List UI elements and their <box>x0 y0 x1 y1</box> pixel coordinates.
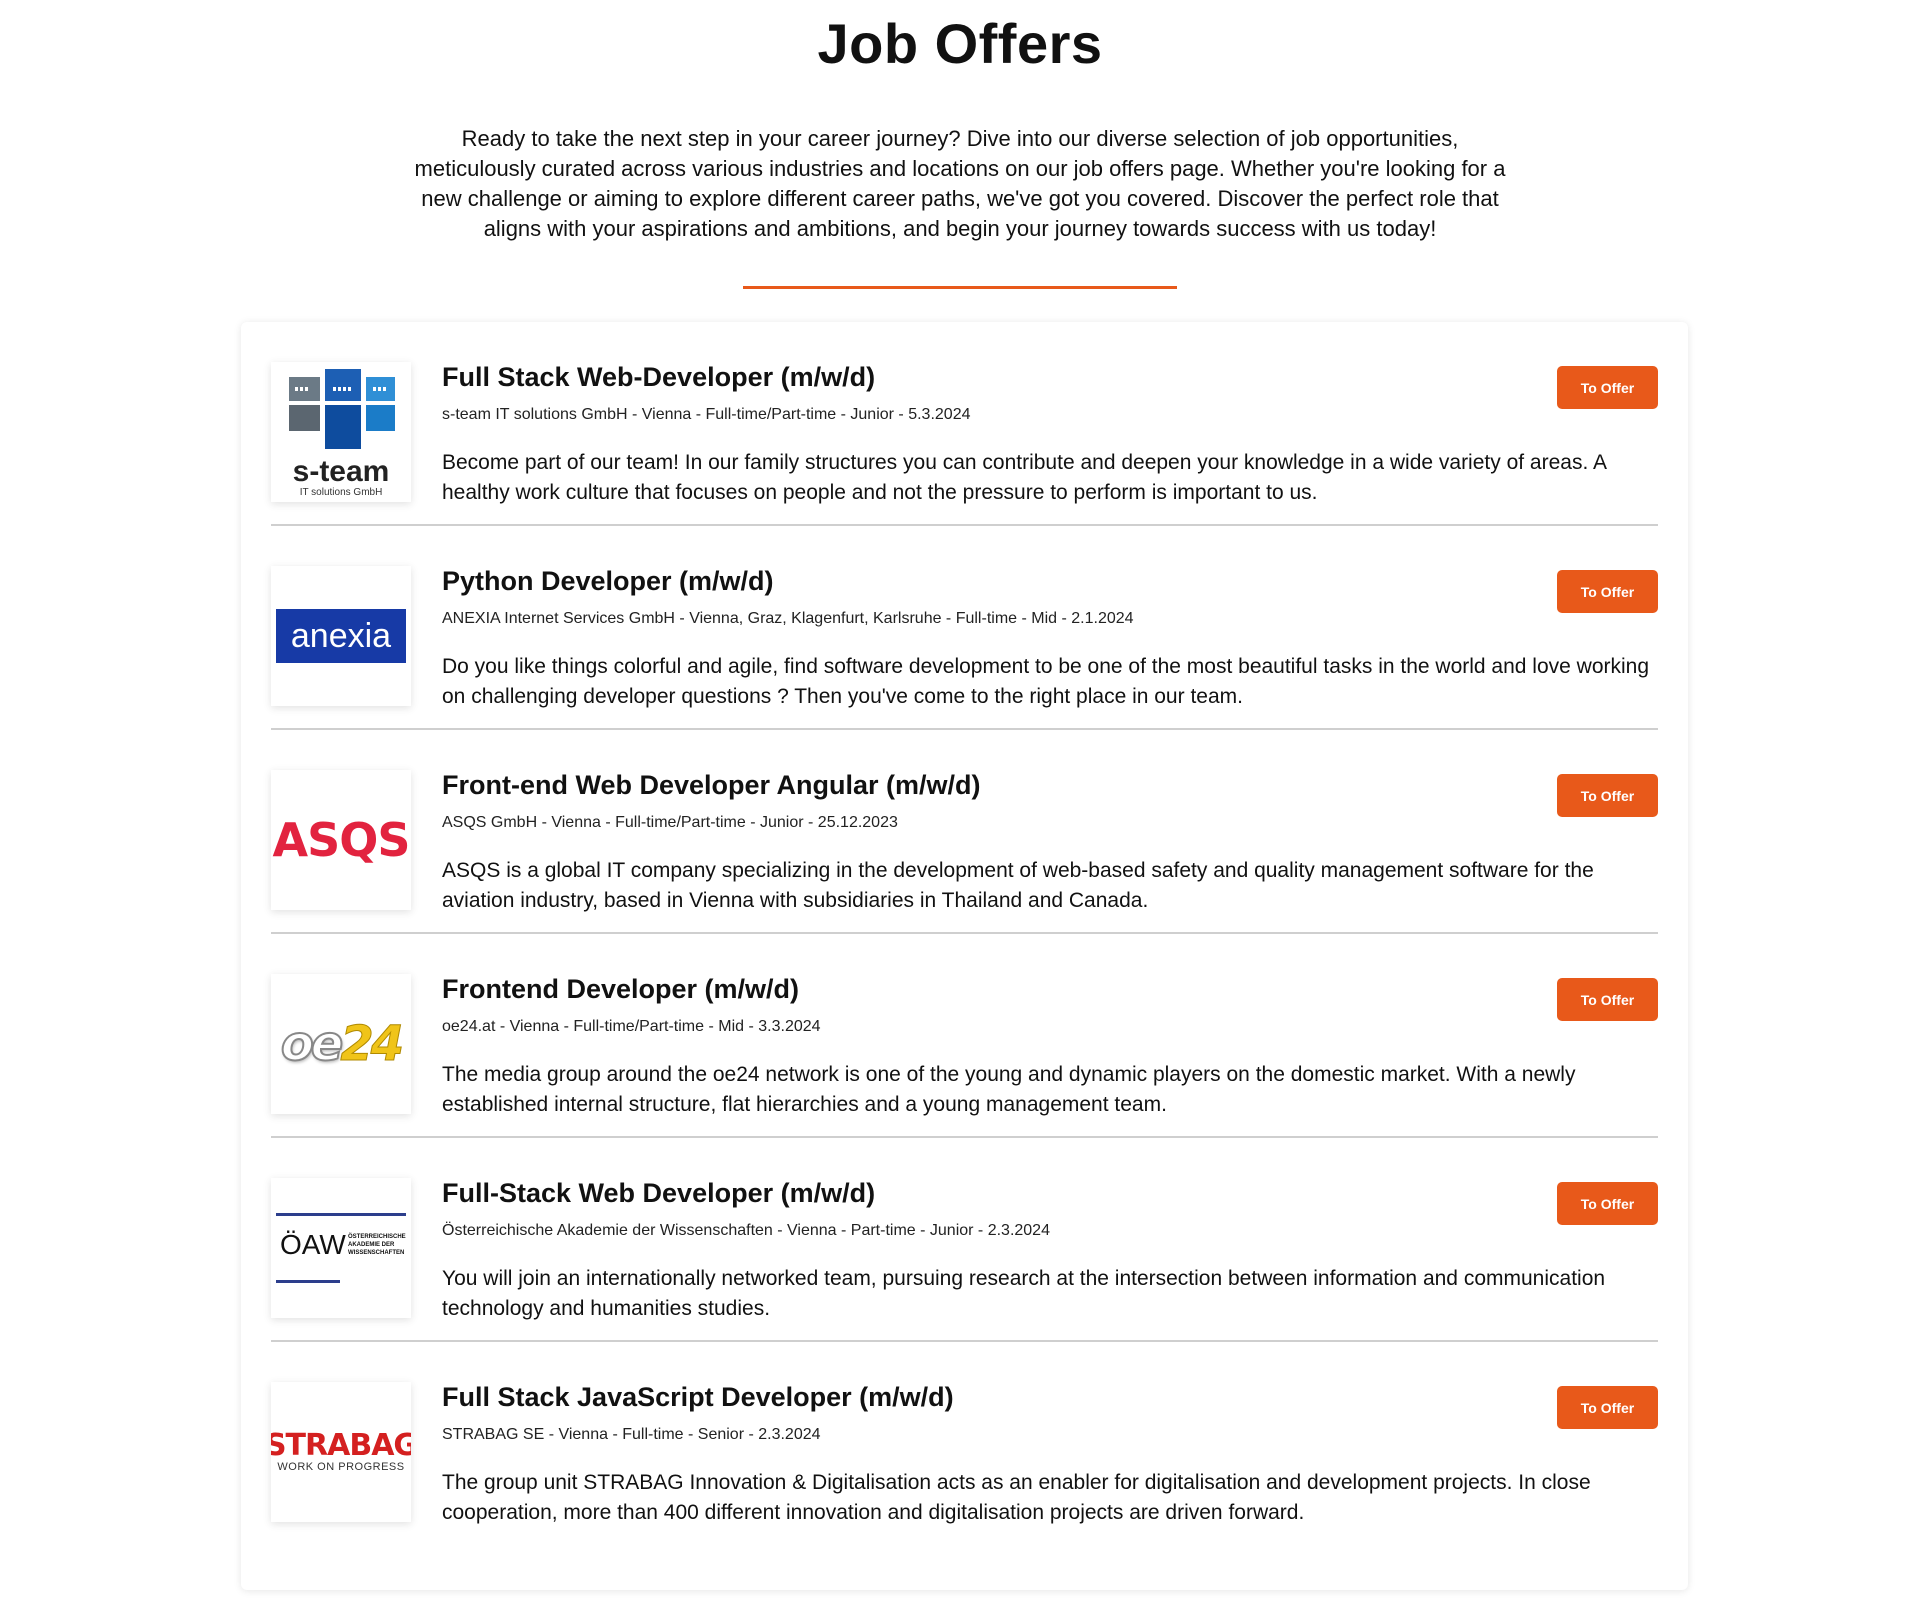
job-description: The media group around the oe24 network … <box>442 1063 1576 1116</box>
to-offer-button[interactable]: To Offer <box>1557 1386 1658 1429</box>
s-team-logo: s-team IT solutions GmbH <box>276 367 406 498</box>
company-logo-oe24: oe24 <box>271 974 411 1114</box>
logo-text: STRABAG <box>271 1428 411 1463</box>
page-title: Job Offers <box>817 12 1103 75</box>
anexia-logo: anexia <box>276 609 406 663</box>
logo-bar <box>276 1213 406 1216</box>
s-team-grid-icon <box>289 369 395 449</box>
company-logo-strabag: STRABAG WORK ON PROGRESS <box>271 1382 411 1522</box>
job-meta: ANEXIA Internet Services GmbH - Vienna, … <box>442 610 1134 627</box>
accent-divider <box>743 286 1177 289</box>
to-offer-button[interactable]: To Offer <box>1557 570 1658 613</box>
job-title[interactable]: Frontend Developer (m/w/d) <box>442 974 799 1005</box>
to-offer-button[interactable]: To Offer <box>1557 366 1658 409</box>
strabag-logo: STRABAG WORK ON PROGRESS <box>271 1428 411 1474</box>
job-meta: Österreichische Akademie der Wissenschaf… <box>442 1222 1050 1239</box>
intro-line: meticulously curated across various indu… <box>414 156 1506 181</box>
job-title[interactable]: Full Stack Web-Developer (m/w/d) <box>442 362 875 393</box>
to-offer-button[interactable]: To Offer <box>1557 1182 1658 1225</box>
job-item: ASQS Front-end Web Developer Angular (m/… <box>271 730 1658 934</box>
job-meta: STRABAG SE - Vienna - Full-time - Senior… <box>442 1426 821 1443</box>
oaw-logo: ÖAW ÖSTERREICHISCHE AKADEMIE DER WISSENS… <box>276 1213 406 1283</box>
company-logo-oaw: ÖAW ÖSTERREICHISCHE AKADEMIE DER WISSENS… <box>271 1178 411 1318</box>
job-item: STRABAG WORK ON PROGRESS Full Stack Java… <box>271 1342 1658 1546</box>
company-logo-asqs: ASQS <box>271 770 411 910</box>
job-item: anexia Python Developer (m/w/d) ANEXIA I… <box>271 526 1658 730</box>
intro-line: aligns with your aspirations and ambitio… <box>483 216 1437 241</box>
job-title[interactable]: Front-end Web Developer Angular (m/w/d) <box>442 770 981 801</box>
company-logo-anexia: anexia <box>271 566 411 706</box>
job-item: ÖAW ÖSTERREICHISCHE AKADEMIE DER WISSENS… <box>271 1138 1658 1342</box>
logo-text: s-team <box>292 455 390 488</box>
job-meta: ASQS GmbH - Vienna - Full-time/Part-time… <box>442 814 898 831</box>
job-description: Do you like things colorful and agile, f… <box>442 655 1650 708</box>
logo-fullname: ÖSTERREICHISCHE AKADEMIE DER WISSENSCHAF… <box>348 1234 406 1256</box>
job-description: The group unit STRABAG Innovation & Digi… <box>442 1471 1591 1524</box>
intro-line: new challenge or aiming to explore diffe… <box>421 186 1499 211</box>
job-item: s-team IT solutions GmbH Full Stack Web-… <box>271 322 1658 526</box>
logo-bar <box>276 1280 340 1283</box>
job-title[interactable]: Full-Stack Web Developer (m/w/d) <box>442 1178 875 1209</box>
job-title[interactable]: Python Developer (m/w/d) <box>442 566 774 597</box>
oe24-logo-part: oe <box>280 1015 344 1073</box>
intro-line: Ready to take the next step in your care… <box>461 126 1459 151</box>
job-description: ASQS is a global IT company specializing… <box>442 859 1594 912</box>
job-item: oe24 Frontend Developer (m/w/d) oe24.at … <box>271 934 1658 1138</box>
company-logo-s-team: s-team IT solutions GmbH <box>271 362 411 502</box>
job-meta: oe24.at - Vienna - Full-time/Part-time -… <box>442 1018 821 1035</box>
job-meta: s-team IT solutions GmbH - Vienna - Full… <box>442 406 971 423</box>
job-list-card: s-team IT solutions GmbH Full Stack Web-… <box>241 322 1688 1590</box>
asqs-logo: ASQS <box>272 813 411 867</box>
oe24-logo-part: 24 <box>340 1016 405 1073</box>
logo-abbr: ÖAW <box>280 1229 346 1260</box>
job-title[interactable]: Full Stack JavaScript Developer (m/w/d) <box>442 1382 954 1413</box>
logo-subtext: IT solutions GmbH <box>299 487 383 498</box>
to-offer-button[interactable]: To Offer <box>1557 774 1658 817</box>
oe24-logo: oe24 <box>280 1015 405 1073</box>
to-offer-button[interactable]: To Offer <box>1557 978 1658 1021</box>
intro-text: Ready to take the next step in your care… <box>385 124 1535 244</box>
job-description: Become part of our team! In our family s… <box>442 451 1606 504</box>
logo-tagline: WORK ON PROGRESS <box>277 1461 405 1473</box>
job-description: You will join an internationally network… <box>442 1267 1606 1320</box>
